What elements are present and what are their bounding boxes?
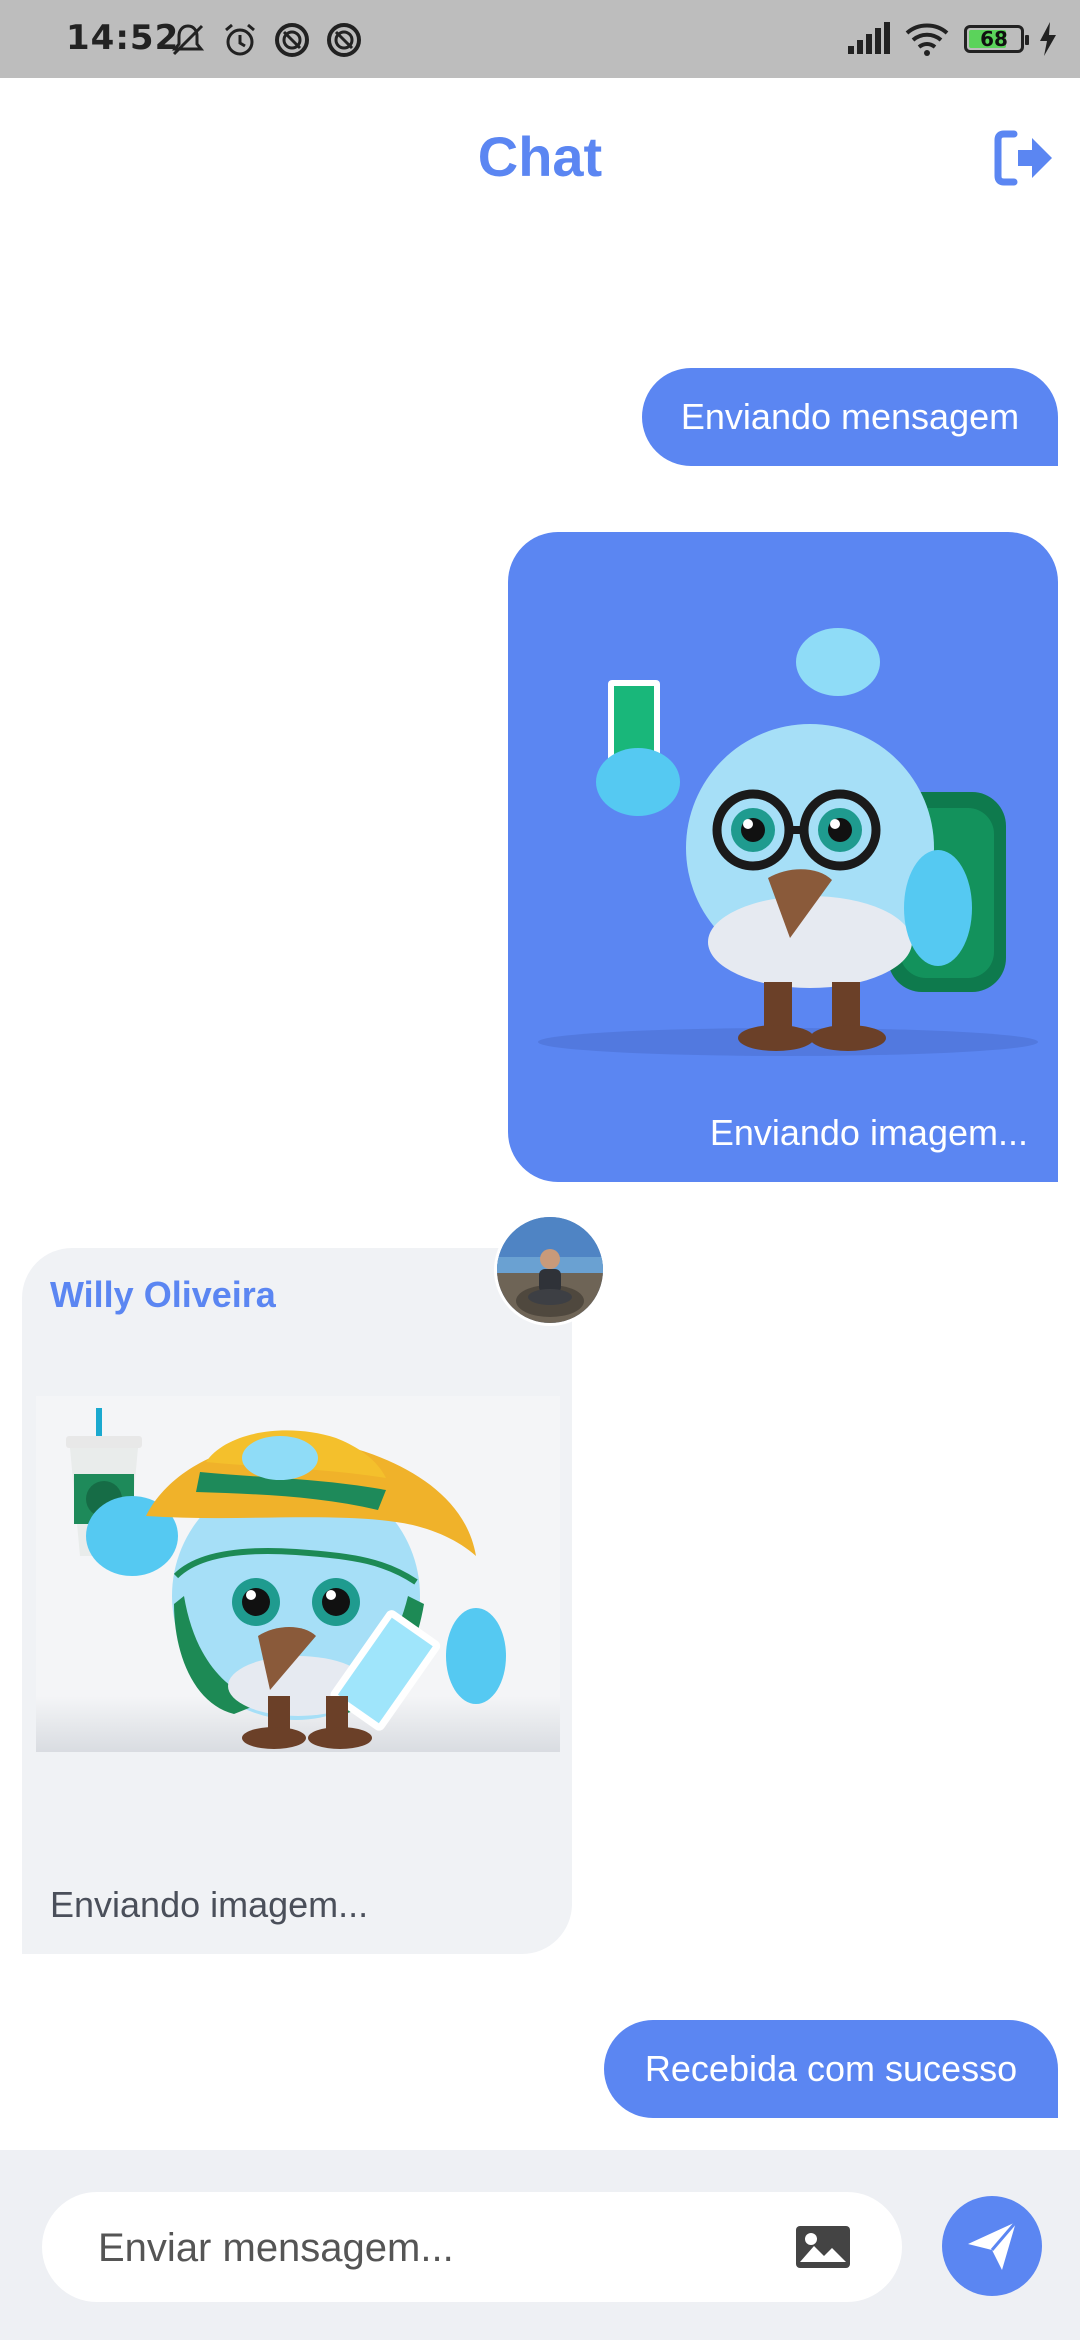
charging-icon xyxy=(1040,22,1056,56)
sent-image-bubble[interactable]: Enviando imagem... xyxy=(508,532,1058,1182)
message-text: Enviando mensagem xyxy=(680,396,1020,437)
image-icon xyxy=(796,2226,850,2268)
message-composer xyxy=(0,2150,1080,2340)
bird-sticker-image xyxy=(538,628,1038,1056)
status-time: 14:52 xyxy=(66,18,180,58)
message-input[interactable] xyxy=(96,2192,800,2304)
sent-message-bubble[interactable]: Recebida com sucesso xyxy=(604,2020,1058,2118)
page-title: Chat xyxy=(477,125,603,188)
received-image-bubble[interactable]: Willy Oliveira Enviando imagem... xyxy=(22,1248,572,1954)
send-icon xyxy=(968,2221,1018,2270)
message-list[interactable]: Enviando mensagem Enviando imagem... Wil… xyxy=(0,238,1080,2150)
status-bar: 14:52 68 xyxy=(0,0,1080,78)
sent-message-bubble[interactable]: Enviando mensagem xyxy=(642,368,1058,466)
message-text: Recebida com sucesso xyxy=(644,2048,1018,2089)
mute-bell-icon xyxy=(171,24,205,56)
message-input-container xyxy=(42,2192,902,2304)
status-icons-left xyxy=(168,18,364,62)
image-caption: Enviando imagem... xyxy=(50,1884,369,1925)
send-button[interactable] xyxy=(942,2196,1042,2296)
battery-icon: 68 xyxy=(964,25,1029,53)
battery-percent: 68 xyxy=(980,27,1008,51)
logout-icon xyxy=(994,130,1052,186)
blocked-icon xyxy=(327,23,361,57)
bird-sticker-image xyxy=(36,1396,560,1752)
image-caption: Enviando imagem... xyxy=(709,1112,1028,1153)
logout-button[interactable] xyxy=(992,126,1056,190)
sender-name: Willy Oliveira xyxy=(50,1274,276,1315)
attach-image-button[interactable] xyxy=(794,2224,852,2270)
app-bar: Chat xyxy=(0,78,1080,238)
alarm-icon xyxy=(225,23,255,56)
avatar[interactable] xyxy=(494,1214,606,1326)
status-icons-right: 68 xyxy=(846,14,1058,64)
blocked-icon xyxy=(275,23,309,57)
wifi-icon xyxy=(905,23,949,56)
signal-icon xyxy=(848,22,890,54)
